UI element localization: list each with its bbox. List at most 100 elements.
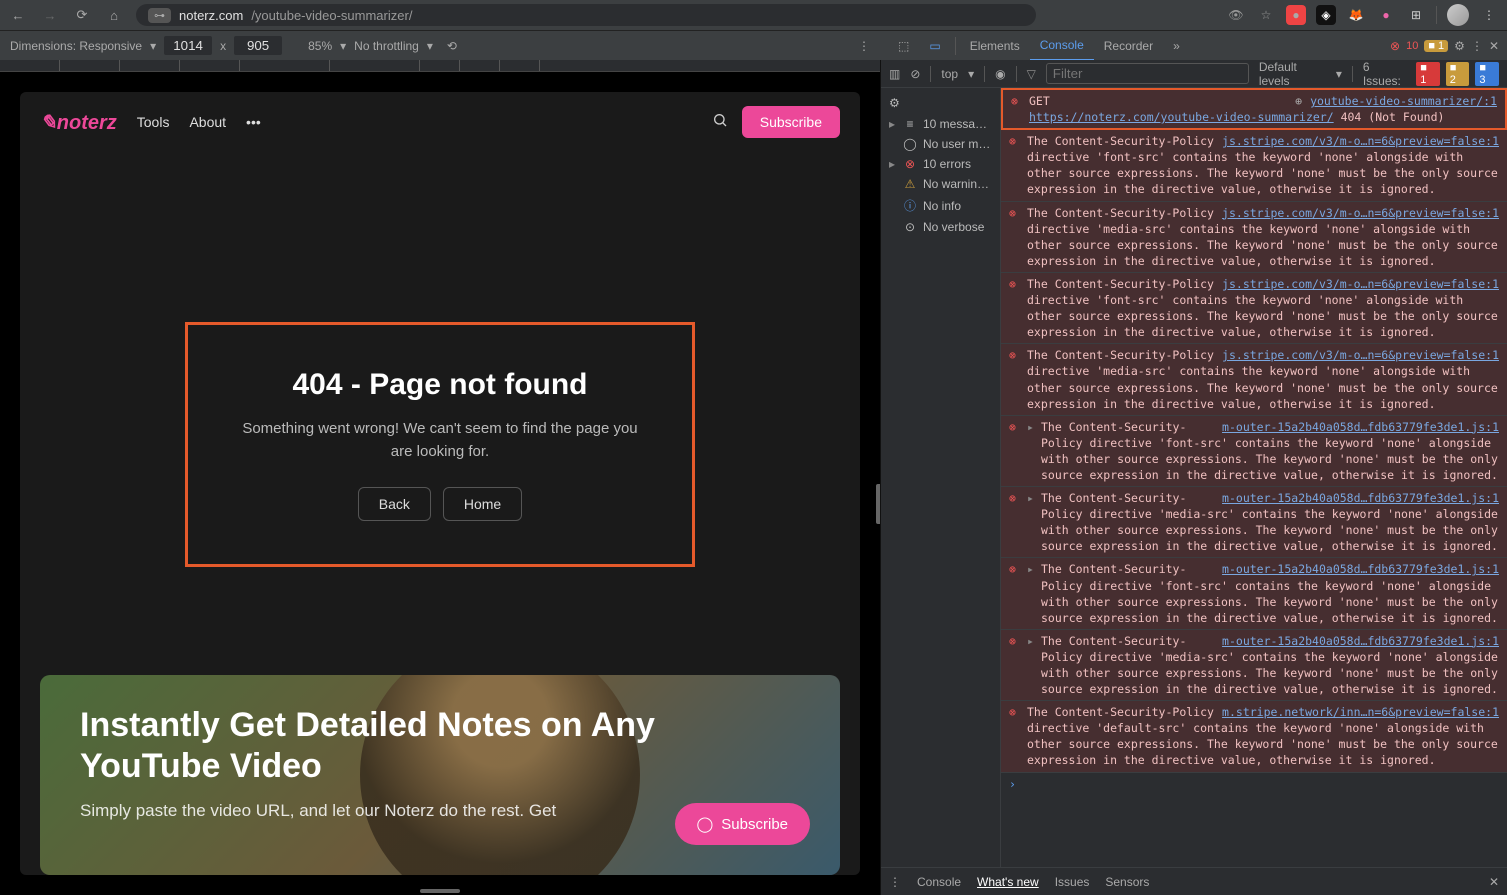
address-bar[interactable]: ⊶ noterz.com/youtube-video-summarizer/ (136, 4, 1036, 26)
log-status: 404 (Not Found) (1341, 110, 1445, 124)
issue-red-chip[interactable]: ■ 1 (1416, 62, 1440, 86)
tab-recorder[interactable]: Recorder (1094, 31, 1163, 61)
log-entry[interactable]: ⊗▸ m-outer-15a2b40a058d…fdb63779fe3de1.js… (1001, 558, 1507, 629)
hero-subscribe-button[interactable]: ◯ Subscribe (675, 803, 811, 845)
more-icon[interactable]: ⋮ (1471, 39, 1483, 53)
log-entry[interactable]: ⊗m.stripe.network/inn…n=6&preview=false:… (1001, 701, 1507, 772)
resize-handle-bottom[interactable] (420, 889, 460, 893)
log-entry[interactable]: ⊗js.stripe.com/v3/m-o…n=6&preview=false:… (1001, 130, 1507, 201)
viewport-width-input[interactable] (164, 36, 212, 55)
profile-avatar[interactable] (1447, 4, 1469, 26)
error-count-icon[interactable]: ⊗ (1390, 39, 1400, 53)
console-prompt[interactable]: › (1001, 773, 1507, 795)
log-source-link[interactable]: m-outer-15a2b40a058d…fdb63779fe3de1.js:1 (1222, 490, 1499, 506)
sidebar-verbose[interactable]: ⊙No verbose (881, 217, 1000, 237)
clear-console-icon[interactable]: ⊘ (910, 67, 920, 81)
drawer-console[interactable]: Console (917, 875, 961, 889)
bookmark-icon[interactable]: ☆ (1256, 5, 1276, 25)
expand-icon[interactable]: ▸ (1027, 490, 1035, 554)
issues-label: 6 Issues: (1363, 60, 1410, 88)
error-icon: ⊗ (1009, 561, 1021, 625)
site-info-icon[interactable]: ⊶ (148, 8, 171, 23)
log-source-link[interactable]: js.stripe.com/v3/m-o…n=6&preview=false:1 (1222, 276, 1499, 292)
back-button[interactable]: Back (358, 487, 431, 521)
drawer-menu-icon[interactable]: ⋮ (889, 875, 901, 889)
net-icon: ⊕ (1295, 93, 1302, 109)
ext-icon-3[interactable]: 🦊 (1346, 5, 1366, 25)
log-source-link[interactable]: m-outer-15a2b40a058d…fdb63779fe3de1.js:1 (1222, 561, 1499, 577)
inspect-icon[interactable]: ⬚ (888, 31, 919, 61)
log-entry[interactable]: ⊗js.stripe.com/v3/m-o…n=6&preview=false:… (1001, 344, 1507, 415)
log-source-link[interactable]: m.stripe.network/inn…n=6&preview=false:1 (1222, 704, 1499, 720)
rendered-page: ✎noterz Tools About ••• Subscribe 404 (20, 92, 860, 875)
log-entry[interactable]: ⊗js.stripe.com/v3/m-o…n=6&preview=false:… (1001, 202, 1507, 273)
resize-handle-right[interactable] (876, 484, 880, 524)
forward-button[interactable]: → (40, 5, 60, 25)
close-icon[interactable]: ✕ (1489, 875, 1499, 889)
sidebar-warnings[interactable]: ⚠No warnin… (881, 174, 1000, 194)
warning-count-icon[interactable]: ■ 1 (1424, 40, 1448, 52)
zoom-select[interactable]: 85% (308, 39, 332, 53)
expand-icon[interactable]: ▸ (1027, 633, 1035, 697)
tab-elements[interactable]: Elements (960, 31, 1030, 61)
issue-blue-chip[interactable]: ■ 3 (1475, 62, 1499, 86)
log-source-link[interactable]: js.stripe.com/v3/m-o…n=6&preview=false:1 (1222, 133, 1499, 149)
log-source-link[interactable]: m-outer-15a2b40a058d…fdb63779fe3de1.js:1 (1222, 419, 1499, 435)
tab-console[interactable]: Console (1030, 31, 1094, 61)
ext-icon-1[interactable]: ● (1286, 5, 1306, 25)
levels-select[interactable]: Default levels (1259, 60, 1330, 88)
incognito-icon[interactable]: 👁 (1226, 5, 1246, 25)
log-entry[interactable]: ⊗▸ m-outer-15a2b40a058d…fdb63779fe3de1.js… (1001, 487, 1507, 558)
log-entry[interactable]: ⊗▸m-outer-15a2b40a058d…fdb63779fe3de1.js… (1001, 416, 1507, 487)
log-url[interactable]: https://noterz.com/youtube-video-summari… (1029, 110, 1334, 124)
filter-input[interactable] (1046, 63, 1249, 84)
error-icon: ⊗ (1009, 490, 1021, 554)
ext-icon-2[interactable]: ◈ (1316, 5, 1336, 25)
sidebar-toggle-icon[interactable]: ▥ (889, 67, 900, 81)
chevron-down-icon: ▾ (968, 67, 974, 81)
drawer-whats-new[interactable]: What's new (977, 875, 1039, 889)
home-button[interactable]: ⌂ (104, 5, 124, 25)
reload-button[interactable]: ⟳ (72, 5, 92, 25)
log-source-link[interactable]: js.stripe.com/v3/m-o…n=6&preview=false:1 (1222, 205, 1499, 221)
viewport-height-input[interactable] (234, 36, 282, 55)
device-icon[interactable]: ▭ (919, 31, 950, 61)
nav-more-icon[interactable]: ••• (246, 114, 261, 130)
log-source-link[interactable]: js.stripe.com/v3/m-o…n=6&preview=false:1 (1222, 347, 1499, 363)
gear-icon[interactable]: ⚙ (889, 96, 900, 110)
rotate-icon[interactable]: ⟲ (447, 39, 457, 53)
eye-icon[interactable]: ◉ (995, 67, 1005, 81)
throttle-select[interactable]: No throttling (354, 39, 419, 53)
back-button[interactable]: ← (8, 5, 28, 25)
log-entry[interactable]: ⊗js.stripe.com/v3/m-o…n=6&preview=false:… (1001, 273, 1507, 344)
sidebar-info[interactable]: ⓘNo info (881, 194, 1000, 217)
extensions-icon[interactable]: ⊞ (1406, 5, 1426, 25)
log-entry-404[interactable]: ⊗ youtube-video-summarizer/:1 ⊕ GET http… (1001, 88, 1507, 130)
drawer-issues[interactable]: Issues (1055, 875, 1090, 889)
devtools-drawer: ⋮ Console What's new Issues Sensors ✕ (881, 867, 1507, 895)
nav-tools[interactable]: Tools (137, 114, 170, 130)
issue-yellow-chip[interactable]: ■ 2 (1446, 62, 1470, 86)
sidebar-errors[interactable]: ▸⊗10 errors (881, 154, 1000, 174)
expand-icon[interactable]: ▸ (1027, 419, 1035, 483)
context-select[interactable]: top (941, 67, 958, 81)
more-icon[interactable]: ⋮ (858, 39, 870, 53)
sidebar-user[interactable]: ◯No user m… (881, 134, 1000, 154)
expand-icon[interactable]: ▸ (1027, 561, 1035, 625)
nav-about[interactable]: About (189, 114, 226, 130)
dimensions-label[interactable]: Dimensions: Responsive (10, 39, 142, 53)
sidebar-messages[interactable]: ▸≡10 messa… (881, 114, 1000, 134)
search-icon[interactable] (712, 112, 728, 133)
settings-icon[interactable]: ⚙ (1454, 39, 1465, 53)
log-source-link[interactable]: youtube-video-summarizer/:1 (1310, 93, 1497, 109)
ext-icon-4[interactable]: ● (1376, 5, 1396, 25)
drawer-sensors[interactable]: Sensors (1105, 875, 1149, 889)
log-source-link[interactable]: m-outer-15a2b40a058d…fdb63779fe3de1.js:1 (1222, 633, 1499, 649)
home-button[interactable]: Home (443, 487, 522, 521)
log-entry[interactable]: ⊗▸m-outer-15a2b40a058d…fdb63779fe3de1.js… (1001, 630, 1507, 701)
menu-icon[interactable]: ⋮ (1479, 5, 1499, 25)
close-icon[interactable]: ✕ (1489, 39, 1499, 53)
subscribe-button[interactable]: Subscribe (742, 106, 840, 138)
logo[interactable]: ✎noterz (40, 110, 117, 135)
more-tabs-icon[interactable]: » (1163, 31, 1190, 61)
